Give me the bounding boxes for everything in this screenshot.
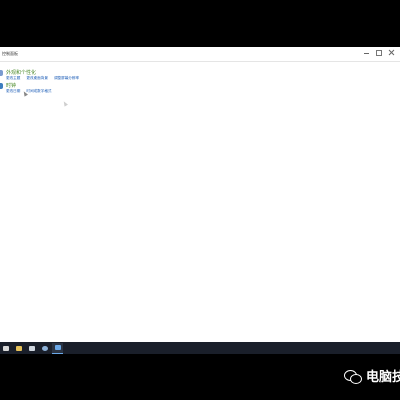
- title-bar: 控制面板: [0, 47, 400, 61]
- link-change-date[interactable]: 更改日期: [6, 89, 20, 94]
- start-button[interactable]: [0, 343, 11, 353]
- watermark: 电脑技: [344, 366, 400, 385]
- link-change-theme[interactable]: 更改主题: [6, 76, 20, 81]
- title-divider: [0, 61, 400, 62]
- mouse-cursor-icon: [62, 100, 68, 107]
- taskbar-folder[interactable]: [13, 343, 24, 353]
- taskbar-control-panel[interactable]: [52, 342, 63, 354]
- taskbar: [0, 342, 400, 354]
- category-links: 更改主题 更改桌面背景 调整屏幕分辨率: [6, 76, 79, 81]
- minimize-icon[interactable]: [364, 50, 369, 55]
- category-heading[interactable]: 外观和个性化: [6, 69, 36, 76]
- category-heading[interactable]: 时钟: [6, 82, 16, 89]
- wechat-icon: [344, 369, 362, 384]
- watermark-text: 电脑技: [366, 370, 400, 385]
- link-change-background[interactable]: 更改桌面背景: [26, 76, 48, 81]
- taskbar-mail[interactable]: [26, 343, 37, 353]
- link-time-number-format[interactable]: 时间或数字格式: [26, 89, 51, 94]
- appearance-icon: [0, 70, 3, 76]
- category-links: 更改日期 时间或数字格式: [6, 89, 52, 94]
- control-panel-icon: [54, 345, 61, 350]
- window-title: 控制面板: [2, 51, 18, 56]
- maximize-icon[interactable]: [376, 50, 382, 56]
- link-adjust-resolution[interactable]: 调整屏幕分辨率: [54, 76, 79, 81]
- mail-icon: [28, 345, 35, 351]
- close-icon[interactable]: [389, 50, 394, 55]
- user-icon: [41, 345, 48, 351]
- folder-icon: [15, 345, 22, 351]
- clock-icon: [0, 83, 3, 89]
- control-panel-window: 控制面板 外观和个性化 更改主题 更改桌面背景 调整屏幕分辨率 时钟 更改日期 …: [0, 47, 400, 342]
- window-controls: [364, 50, 394, 56]
- start-icon: [2, 345, 9, 351]
- taskbar-user[interactable]: [39, 343, 50, 353]
